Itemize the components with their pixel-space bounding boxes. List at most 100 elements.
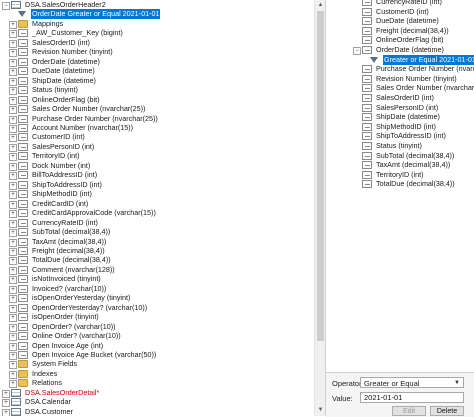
column-icon xyxy=(18,313,28,322)
table-icon xyxy=(11,398,21,407)
column-icon xyxy=(362,170,372,179)
column-icon xyxy=(362,161,372,170)
tree-node-label: ShipToAddressID (int) xyxy=(376,131,446,141)
column-icon xyxy=(362,84,372,93)
value-input[interactable] xyxy=(360,392,464,403)
tree-node[interactable]: ShipToAddressID (int) xyxy=(326,131,474,141)
tree-node[interactable]: Freight (decimal(38,4)) xyxy=(326,26,474,36)
tree-node-label: Greater or Equal 2021-01-01 xyxy=(383,54,474,65)
filter-icon xyxy=(18,11,26,18)
tree-node-label: OrderDate (datetime) xyxy=(376,45,444,54)
column-icon xyxy=(18,190,28,199)
column-icon xyxy=(18,67,28,76)
tree-node-label: DSA.Customer xyxy=(25,406,73,416)
tree-node[interactable]: ShipDate (datetime) xyxy=(326,112,474,122)
column-icon xyxy=(18,95,28,104)
column-icon xyxy=(18,123,28,132)
expand-icon[interactable]: + xyxy=(2,408,10,416)
column-icon xyxy=(362,94,372,102)
column-icon xyxy=(18,275,28,284)
folder-icon xyxy=(18,379,28,388)
tree-node-label: TaxAmt (decimal(38,4)) xyxy=(376,160,451,170)
scrollbar-thumb[interactable] xyxy=(317,11,324,341)
tree-node-label: OnlineOrderFlag (bit) xyxy=(376,35,444,45)
tree-node-label: Revision Number (tinyint) xyxy=(376,73,457,83)
value-label: Value: xyxy=(332,394,353,403)
column-icon xyxy=(18,246,28,255)
column-icon xyxy=(18,29,28,38)
right-tree-panel[interactable]: CurrencyRateID (int) CustomerID (int) DueD… xyxy=(326,0,474,372)
column-icon xyxy=(362,151,372,160)
tree-node[interactable]: Greater or Equal 2021-01-01 xyxy=(326,54,474,65)
tree-node[interactable]: SalesPersonID (int) xyxy=(326,103,474,113)
column-icon xyxy=(18,332,28,341)
column-icon xyxy=(18,142,28,151)
column-icon xyxy=(18,294,28,303)
tree-node[interactable]: SubTotal (decimal(38,4)) xyxy=(326,151,474,161)
column-icon xyxy=(18,209,28,218)
operator-select-value: Greater or Equal xyxy=(364,379,420,388)
column-icon xyxy=(362,103,372,112)
tree-node-label: ShipMethodID (int) xyxy=(376,121,436,131)
tree-node[interactable]: Purchase Order Number (nvarchar(25)) xyxy=(326,64,474,74)
column-icon xyxy=(18,351,28,360)
table-icon xyxy=(11,388,21,397)
tree-node[interactable]: OnlineOrderFlag (bit) xyxy=(326,35,474,45)
tree-node[interactable]: Revision Number (tinyint) xyxy=(326,74,474,84)
tree-node[interactable]: + DSA.Customer xyxy=(0,407,314,416)
tree-node-label: SalesPersonID (int) xyxy=(376,102,439,112)
column-icon xyxy=(362,122,372,131)
column-icon xyxy=(362,26,372,35)
tree-node-label: TotalDue (decimal(38,4)) xyxy=(376,179,455,189)
tree-node[interactable]: CustomerID (int) xyxy=(326,7,474,17)
column-icon xyxy=(18,57,28,66)
tree-node[interactable]: SalesOrderID (int) xyxy=(326,93,474,103)
tree-node-label: SalesOrderID (int) xyxy=(376,93,434,102)
tree-node[interactable]: Sales Order Number (nvarchar(25)) xyxy=(326,83,474,93)
column-icon xyxy=(362,46,372,54)
column-icon xyxy=(18,237,28,246)
folder-icon xyxy=(18,360,28,369)
column-icon xyxy=(362,36,372,45)
tree-node[interactable]: − OrderDate (datetime) xyxy=(326,45,474,55)
column-icon xyxy=(18,341,28,350)
tree-node[interactable]: ShipMethodID (int) xyxy=(326,122,474,132)
operator-select[interactable]: Greater or Equal ▼ xyxy=(360,377,464,388)
tree-node[interactable]: TerritoryID (int) xyxy=(326,170,474,180)
column-icon xyxy=(362,17,372,26)
column-icon xyxy=(362,132,372,141)
column-icon xyxy=(18,48,28,57)
tree-node[interactable]: Status (tinyint) xyxy=(326,141,474,151)
tree-node[interactable]: TaxAmt (decimal(38,4)) xyxy=(326,160,474,170)
operator-label: Operator: xyxy=(332,379,364,388)
column-icon xyxy=(362,0,372,6)
tree-node-label: Status (tinyint) xyxy=(376,141,422,150)
column-icon xyxy=(18,105,28,114)
tree-node-label: Purchase Order Number (nvarchar(25)) xyxy=(376,64,474,74)
folder-icon xyxy=(18,369,28,378)
column-icon xyxy=(18,114,28,123)
tree-node-label: TerritoryID (int) xyxy=(376,169,424,179)
tree-node[interactable]: TotalDue (decimal(38,4)) xyxy=(326,179,474,189)
column-icon xyxy=(362,7,372,16)
column-icon xyxy=(18,38,28,47)
filter-icon xyxy=(370,56,378,63)
column-icon xyxy=(18,228,28,237)
column-icon xyxy=(18,152,28,161)
tree-node[interactable]: DueDate (datetime) xyxy=(326,16,474,26)
column-icon xyxy=(18,171,28,180)
column-icon xyxy=(362,65,372,74)
column-icon xyxy=(362,180,372,189)
delete-button[interactable]: Delete xyxy=(430,406,464,416)
edit-button[interactable]: Edit xyxy=(392,406,426,416)
column-icon xyxy=(362,74,372,83)
column-icon xyxy=(362,113,372,122)
column-icon xyxy=(18,265,28,274)
filter-properties-panel: Operator: Greater or Equal ▼ Value: Edit… xyxy=(326,372,474,417)
tree-node-label: CustomerID (int) xyxy=(376,6,429,16)
chevron-down-icon[interactable]: ▼ xyxy=(454,378,460,389)
table-icon xyxy=(11,407,21,416)
tree-node-label: ShipDate (datetime) xyxy=(376,112,440,122)
left-tree-panel[interactable]: − DSA.SalesOrderHeader2 OrderDate Greater … xyxy=(0,0,314,416)
column-icon xyxy=(18,284,28,293)
